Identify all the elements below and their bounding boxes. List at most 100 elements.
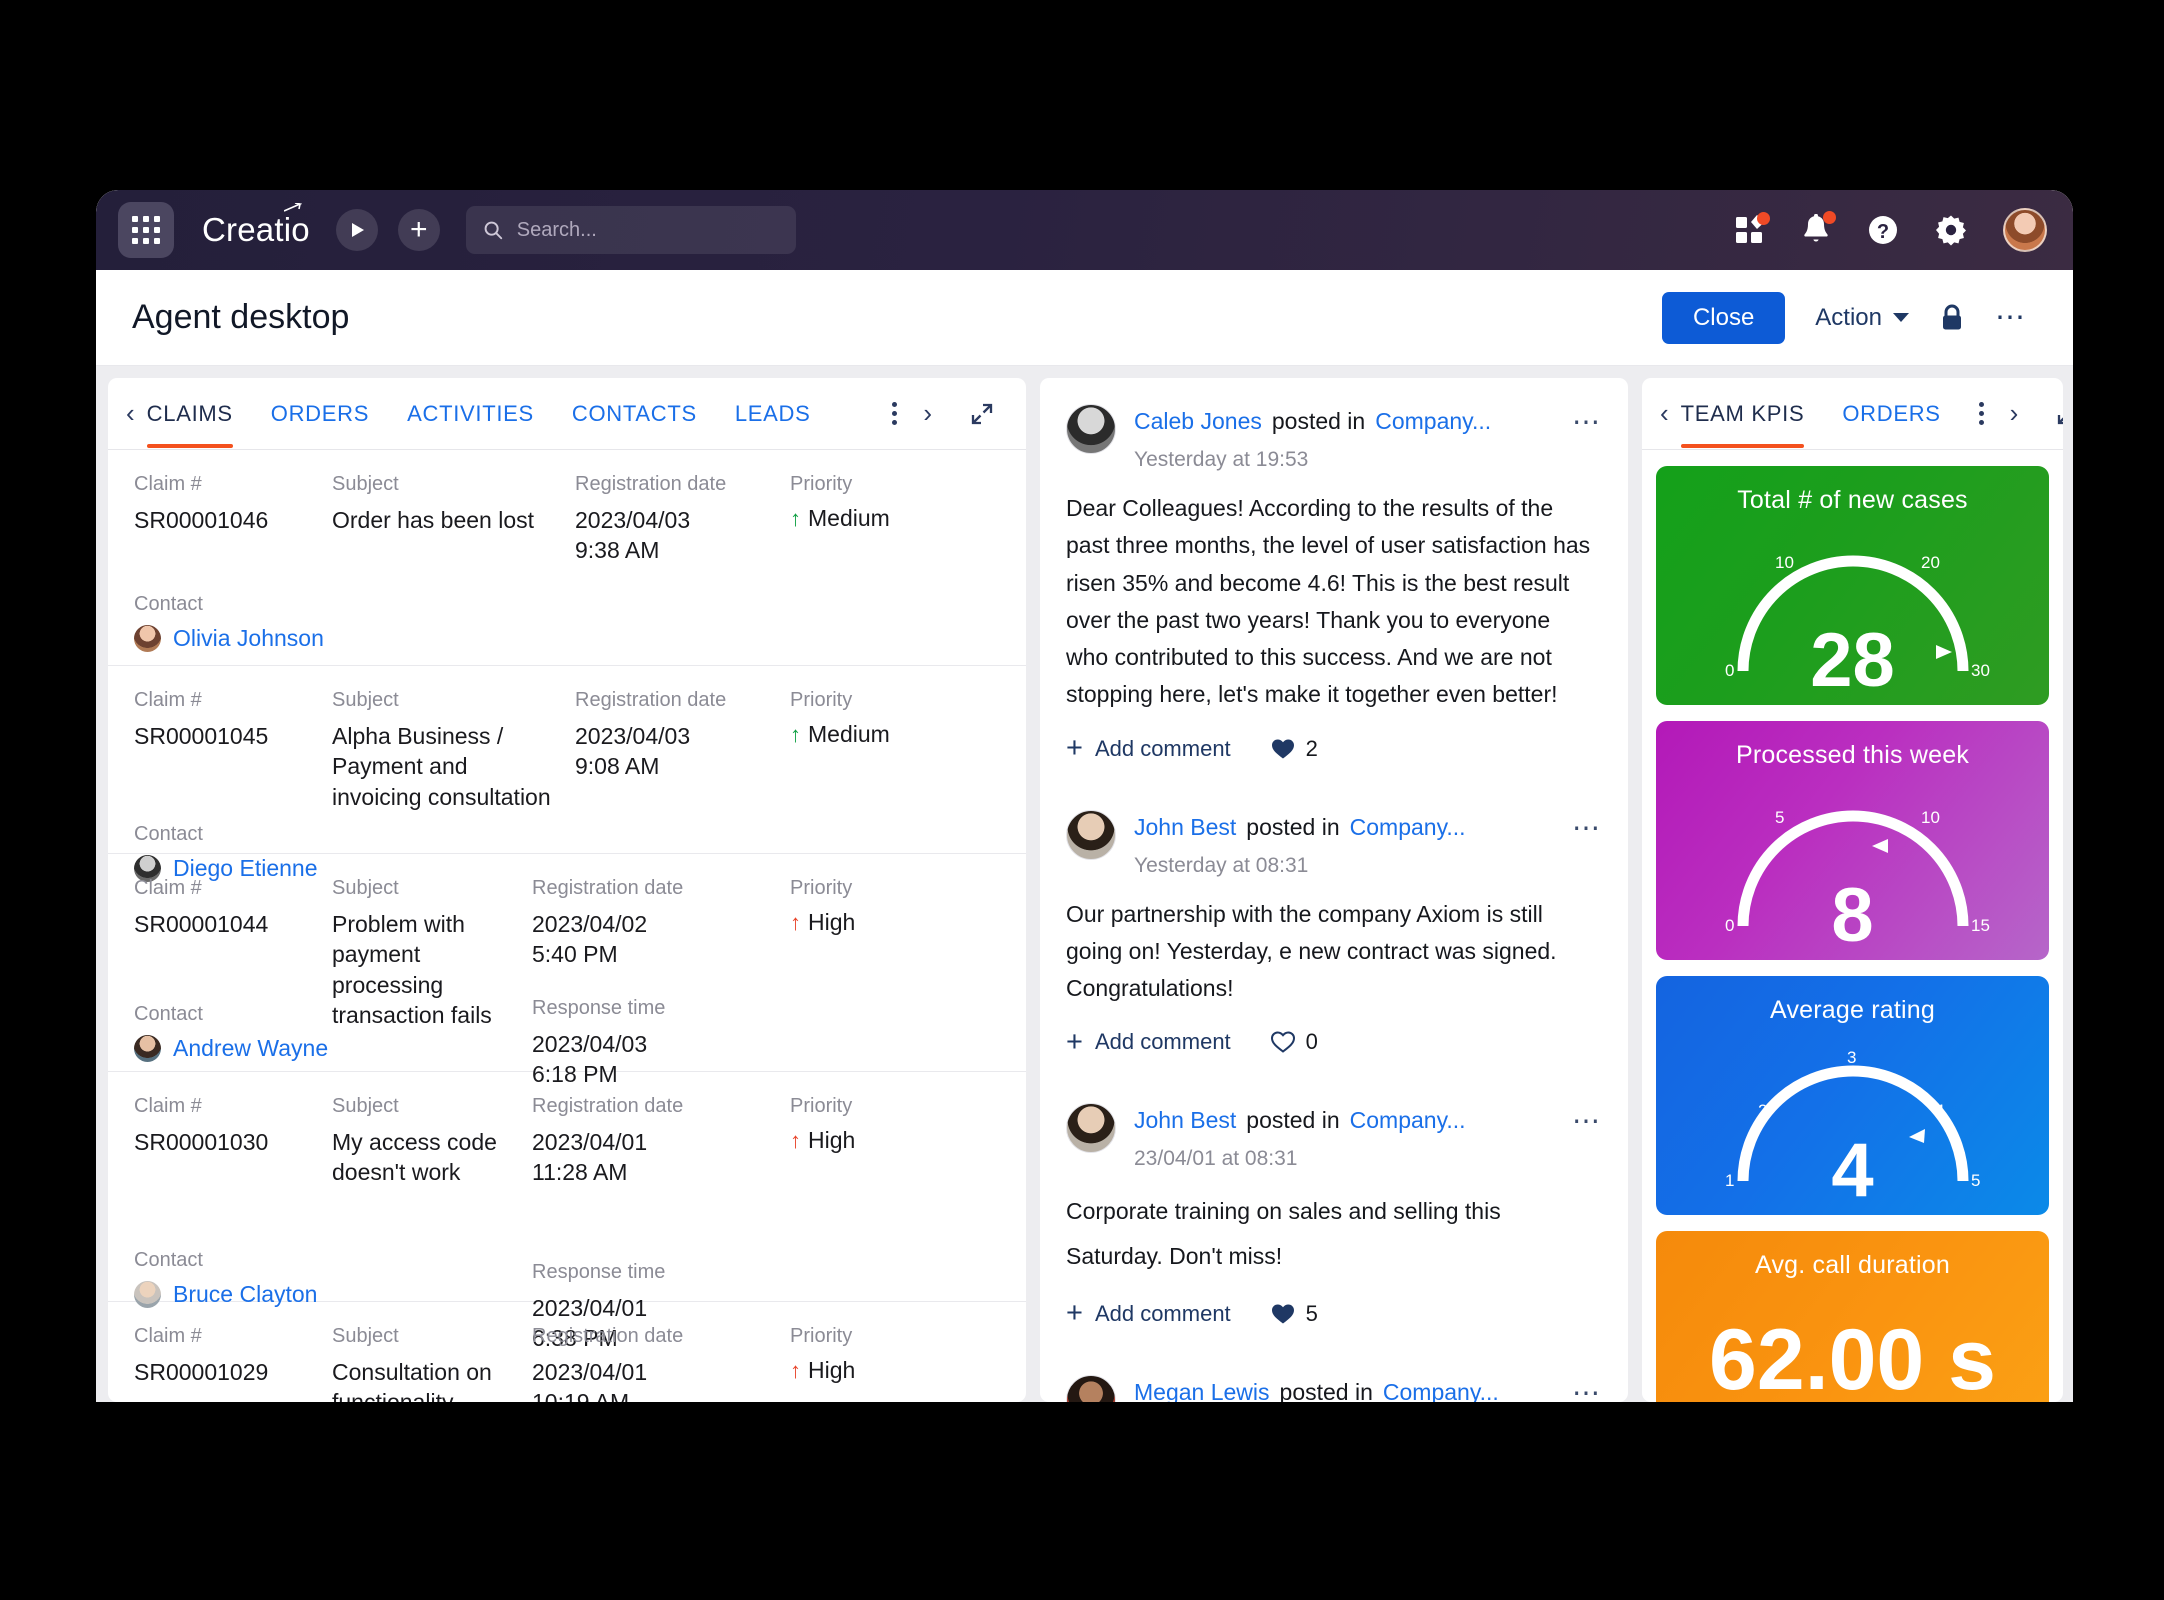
marketplace-badge xyxy=(1757,212,1770,225)
tab-activities[interactable]: ACTIVITIES xyxy=(407,379,534,448)
prev-tab-icon[interactable]: ‹ xyxy=(1656,398,1681,429)
column-header-claim-no: Claim # xyxy=(134,1095,202,1117)
expand-panel-icon[interactable] xyxy=(966,402,1006,426)
notifications-badge xyxy=(1823,211,1836,224)
post-verb: posted in xyxy=(1246,1107,1340,1134)
post-channel-link[interactable]: Company... xyxy=(1350,1107,1466,1134)
cell-response-date: 2023/04/03 xyxy=(532,1030,648,1057)
screen: Creatio + Search... ? Agent desktop Clos… xyxy=(0,0,2164,1600)
gauge-tick-left: 2 xyxy=(1758,1101,1767,1120)
close-button[interactable]: Close xyxy=(1661,291,1786,344)
kpi-card-average-rating[interactable]: Average rating 1 2 3 4 5 4 xyxy=(1656,976,2049,1215)
cell-priority: ↑ High xyxy=(790,1357,952,1385)
table-row[interactable]: Claim # SR00001044 Subject Problem with … xyxy=(108,854,1026,1087)
post-timestamp: Yesterday at 19:53 xyxy=(1134,448,1309,471)
search-placeholder: Search... xyxy=(516,218,597,241)
kpi-card-new-cases[interactable]: Total # of new cases 0 10 20 30 28 xyxy=(1656,466,2049,705)
column-header-registration-date: Registration date xyxy=(532,1325,684,1347)
cell-subject: Consultation on functionality xyxy=(332,1359,492,1402)
tab-claims[interactable]: CLAIMS xyxy=(146,379,233,448)
like-button[interactable]: 2 xyxy=(1271,736,1318,762)
post-author-link[interactable]: John Best xyxy=(1134,814,1236,841)
table-row[interactable]: Claim # SR00001045 Subject Alpha Busines… xyxy=(108,666,1026,883)
priority-arrow-icon: ↑ xyxy=(790,1358,801,1383)
column-header-response-time: Response time xyxy=(532,996,666,1019)
tab-team-kpis[interactable]: TEAM KPIS xyxy=(1680,379,1805,448)
add-comment-label: Add comment xyxy=(1094,735,1231,761)
feed-list[interactable]: Caleb Jones posted in Company... Yesterd… xyxy=(1040,378,1628,1402)
priority-label: High xyxy=(808,1357,856,1383)
like-button[interactable]: 0 xyxy=(1270,1029,1318,1055)
play-icon[interactable] xyxy=(335,209,378,251)
post-channel-link[interactable]: Company... xyxy=(1350,814,1466,841)
add-comment-label: Add comment xyxy=(1094,1029,1231,1055)
kpi-card-list[interactable]: Total # of new cases 0 10 20 30 28 Proce… xyxy=(1642,450,2063,1402)
cell-priority: ↑ Medium xyxy=(790,505,952,533)
like-count: 0 xyxy=(1305,1029,1318,1055)
plus-icon[interactable]: + xyxy=(397,209,440,251)
panel-menu-icon[interactable] xyxy=(1978,402,1984,425)
post-more-options-icon[interactable]: ⋯ xyxy=(1572,1378,1602,1402)
marketplace-icon[interactable] xyxy=(1735,212,1770,245)
column-header-priority: Priority xyxy=(790,1095,853,1117)
add-comment-button[interactable]: + Add comment xyxy=(1066,731,1231,764)
column-header-priority: Priority xyxy=(790,1325,853,1347)
post-author-link[interactable]: John Best xyxy=(1134,1107,1236,1134)
action-dropdown-button[interactable]: Action xyxy=(1815,304,1909,332)
contact-name-link[interactable]: Olivia Johnson xyxy=(173,625,324,652)
contact-name-link[interactable]: Andrew Wayne xyxy=(173,1035,328,1062)
post-timestamp: Yesterday at 08:31 xyxy=(1134,853,1309,877)
search-input[interactable]: Search... xyxy=(465,206,796,254)
add-comment-button[interactable]: + Add comment xyxy=(1066,1299,1231,1328)
panel-menu-icon[interactable] xyxy=(892,402,898,425)
tab-orders[interactable]: ORDERS xyxy=(271,379,369,448)
table-row[interactable]: Claim # SR00001046 Subject Order has bee… xyxy=(108,450,1026,666)
kpi-card-processed-this-week[interactable]: Processed this week 0 5 10 15 8 xyxy=(1656,721,2049,960)
logo-swoosh-icon xyxy=(283,203,302,212)
cell-claim-no: SR00001045 xyxy=(134,723,269,749)
priority-label: High xyxy=(808,1127,856,1153)
column-header-claim-no: Claim # xyxy=(134,689,202,711)
post-channel-link[interactable]: Company... xyxy=(1375,408,1491,435)
tab-contacts[interactable]: CONTACTS xyxy=(572,379,697,448)
add-comment-button[interactable]: + Add comment xyxy=(1066,1027,1231,1056)
cell-subject: My access code doesn't work xyxy=(332,1129,497,1186)
apps-grid-icon[interactable] xyxy=(118,202,174,258)
kpi-card-avg-call-duration[interactable]: Avg. call duration 62.00 s xyxy=(1656,1231,2049,1402)
post-author-link[interactable]: Megan Lewis xyxy=(1134,1379,1270,1402)
expand-panel-icon[interactable] xyxy=(2052,402,2063,426)
svg-text:?: ? xyxy=(1877,221,1889,243)
post-more-options-icon[interactable]: ⋯ xyxy=(1572,1107,1602,1135)
next-tab-icon[interactable]: › xyxy=(2006,398,2031,429)
like-button[interactable]: 5 xyxy=(1271,1301,1318,1327)
priority-label: High xyxy=(808,909,856,935)
post-author-link[interactable]: Caleb Jones xyxy=(1134,408,1262,435)
cell-claim-no: SR00001029 xyxy=(134,1359,269,1385)
claims-list[interactable]: Claim # SR00001046 Subject Order has bee… xyxy=(108,450,1026,1402)
settings-gear-icon[interactable] xyxy=(1935,214,1967,246)
table-row[interactable]: Claim # SR00001030 Subject My access cod… xyxy=(108,1072,1026,1351)
post-more-options-icon[interactable]: ⋯ xyxy=(1572,408,1602,436)
priority-arrow-icon: ↑ xyxy=(790,722,801,747)
plus-icon: + xyxy=(1066,731,1083,764)
gauge-chart: 0 5 10 15 8 xyxy=(1656,770,2049,954)
tab-leads[interactable]: LEADS xyxy=(735,379,811,448)
cell-subject: Alpha Business / Payment and invoicing c… xyxy=(332,723,551,810)
more-options-icon[interactable]: ⋯ xyxy=(1995,302,2027,333)
cell-registration-date: 2023/04/01 xyxy=(532,1359,648,1385)
notifications-bell-icon[interactable] xyxy=(1801,211,1836,246)
post-channel-link[interactable]: Company... xyxy=(1383,1379,1499,1402)
avatar[interactable] xyxy=(2003,208,2047,252)
cell-priority: ↑ High xyxy=(790,1127,952,1155)
lock-icon[interactable] xyxy=(1939,304,1965,332)
next-tab-icon[interactable]: › xyxy=(919,398,944,429)
tab-kpi-orders[interactable]: ORDERS xyxy=(1842,379,1940,448)
kpi-title: Average rating xyxy=(1770,996,1935,1024)
column-header-claim-no: Claim # xyxy=(134,1325,202,1347)
column-header-contact: Contact xyxy=(134,1249,203,1271)
table-row[interactable]: Claim # SR00001029 Subject Consultation … xyxy=(108,1302,1026,1402)
gauge-tick-right: 10 xyxy=(1921,808,1940,827)
prev-tab-icon[interactable]: ‹ xyxy=(122,398,147,429)
help-question-icon[interactable]: ? xyxy=(1867,214,1899,246)
post-more-options-icon[interactable]: ⋯ xyxy=(1572,813,1602,842)
